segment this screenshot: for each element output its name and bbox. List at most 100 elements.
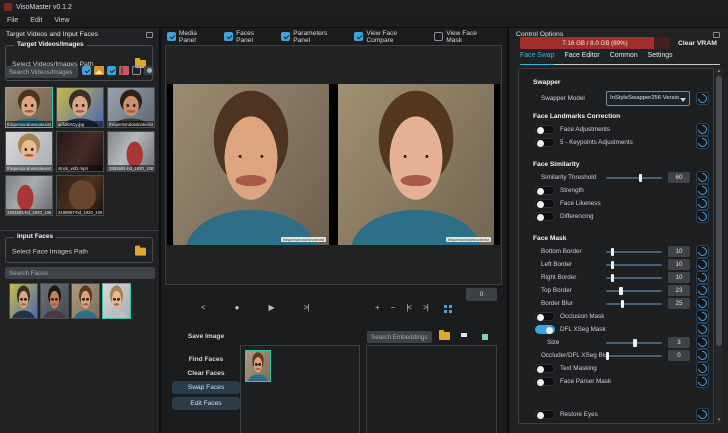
input-face-thumbnail[interactable]: [102, 283, 131, 319]
occlusion-mask-toggle[interactable]: [535, 312, 555, 321]
panel-toggle-faces-panel[interactable]: Faces Panel: [224, 30, 272, 44]
previous-marker-button[interactable]: |<: [406, 302, 411, 314]
scroll-down-icon[interactable]: ▾: [716, 417, 722, 424]
restore-eyes-toggle[interactable]: [535, 410, 555, 419]
next-frame-button[interactable]: >|: [304, 302, 309, 314]
border-blur-value[interactable]: 25: [668, 298, 690, 309]
search-faces-input[interactable]: [5, 267, 155, 279]
search-videos-input[interactable]: [5, 66, 78, 78]
similarity-threshold-slider[interactable]: [606, 173, 662, 182]
save-image-button[interactable]: Save Image: [172, 330, 240, 343]
add-marker-button[interactable]: +: [375, 302, 379, 314]
top-border-value[interactable]: 23: [668, 285, 690, 296]
reset-icon[interactable]: [696, 336, 709, 349]
menu-file[interactable]: File: [7, 17, 18, 24]
input-face-thumbnail[interactable]: [9, 283, 38, 319]
swapped-frame-image[interactable]: thispersondoesnotexist: [338, 84, 494, 245]
reset-icon[interactable]: [696, 258, 709, 271]
reset-icon[interactable]: [696, 245, 709, 258]
slider-handle[interactable]: [611, 248, 615, 256]
differencing-toggle[interactable]: [535, 212, 555, 221]
include-videos-checkbox[interactable]: [107, 66, 116, 75]
swap-faces-button[interactable]: Swap Faces: [172, 381, 240, 394]
controls-scrollbar[interactable]: ▴ ▾: [716, 68, 722, 424]
slider-handle[interactable]: [639, 174, 643, 182]
reset-icon[interactable]: [696, 197, 709, 210]
include-webcams-checkbox[interactable]: [132, 66, 141, 75]
reset-icon[interactable]: [696, 375, 709, 388]
fit-view-icon[interactable]: [444, 305, 447, 308]
target-thumbnail[interactable]: aofdklACy.jpg: [56, 87, 104, 128]
bottom-border-value[interactable]: 10: [668, 246, 690, 257]
reset-icon[interactable]: [696, 184, 709, 197]
reset-icon[interactable]: [696, 284, 709, 297]
play-button[interactable]: ▶: [269, 302, 274, 314]
reset-icon[interactable]: [696, 271, 709, 284]
clear-vram-button[interactable]: Clear VRAM: [678, 40, 717, 47]
target-thumbnail[interactable]: 3201691-hd_1920_108: [5, 175, 53, 216]
slider-handle[interactable]: [611, 274, 615, 282]
bottom-border-slider[interactable]: [606, 247, 662, 256]
reset-icon[interactable]: [696, 323, 709, 336]
edit-faces-button[interactable]: Edit Faces: [172, 397, 240, 410]
target-thumbnail[interactable]: 3351691-hd_1920_108: [107, 131, 155, 172]
similarity-threshold-value[interactable]: 60: [668, 172, 690, 183]
panel-toggle-media-panel[interactable]: Media Panel: [167, 30, 215, 44]
dfl-xseg-mask-toggle[interactable]: [535, 325, 555, 334]
scroll-up-icon[interactable]: ▴: [716, 68, 722, 75]
top-border-slider[interactable]: [606, 286, 662, 295]
next-marker-button[interactable]: >|: [423, 302, 428, 314]
slider-handle[interactable]: [611, 261, 615, 269]
panel-toggle-parameters-panel[interactable]: Parameters Panel: [281, 30, 345, 44]
occluder-dfl-xseg-blur-value[interactable]: 0: [668, 350, 690, 361]
original-frame-image[interactable]: thispersondoesnotexist: [173, 84, 329, 245]
slider-handle[interactable]: [606, 352, 610, 360]
reset-icon[interactable]: [696, 171, 709, 184]
slider-handle[interactable]: [621, 300, 625, 308]
find-faces-button[interactable]: Find Faces: [172, 353, 240, 366]
right-border-slider[interactable]: [606, 273, 662, 282]
previous-frame-button[interactable]: <: [201, 302, 205, 314]
menu-view[interactable]: View: [54, 17, 69, 24]
reset-icon[interactable]: [696, 297, 709, 310]
tab-face-editor[interactable]: Face Editor: [564, 52, 599, 64]
reset-icon[interactable]: [696, 408, 709, 421]
slider-handle[interactable]: [619, 287, 623, 295]
tab-common[interactable]: Common: [610, 52, 638, 64]
reset-icon[interactable]: [696, 123, 709, 136]
right-border-value[interactable]: 10: [668, 272, 690, 283]
size-slider[interactable]: [606, 338, 662, 347]
reset-icon[interactable]: [696, 210, 709, 223]
input-face-thumbnail[interactable]: [71, 283, 100, 319]
reset-icon[interactable]: [696, 136, 709, 149]
scrollbar-thumb[interactable]: [716, 76, 722, 346]
target-thumbnail[interactable]: thispersondoesnotexist: [5, 131, 53, 172]
input-face-thumbnail[interactable]: [40, 283, 69, 319]
swapper-model-dropdown[interactable]: InStyleSwapper256 Version C: [606, 91, 690, 106]
folder-icon[interactable]: [135, 248, 146, 256]
open-embeddings-folder-icon[interactable]: [439, 332, 450, 340]
target-thumbnail[interactable]: stock_vid1.mp4: [56, 131, 104, 172]
left-border-slider[interactable]: [606, 260, 662, 269]
menu-edit[interactable]: Edit: [30, 17, 42, 24]
5-keypoints-adjustments-toggle[interactable]: [535, 138, 555, 147]
reset-icon[interactable]: [696, 310, 709, 323]
view-toggle-view-face-compare[interactable]: View Face Compare: [354, 30, 425, 44]
target-thumbnail[interactable]: thispersondoesnotexist: [5, 87, 53, 128]
text-masking-toggle[interactable]: [535, 364, 555, 373]
face-likeness-toggle[interactable]: [535, 199, 555, 208]
target-thumbnail[interactable]: 3188957-hd_1920_108: [56, 175, 104, 216]
target-thumbnail[interactable]: thispersondoesnotexist: [107, 87, 155, 128]
reset-icon[interactable]: [696, 362, 709, 375]
reset-icon[interactable]: [696, 349, 709, 362]
left-border-value[interactable]: 10: [668, 259, 690, 270]
slider-handle[interactable]: [633, 339, 637, 347]
occluder-dfl-xseg-blur-slider[interactable]: [606, 351, 662, 360]
include-images-checkbox[interactable]: [82, 66, 91, 75]
tab-settings[interactable]: Settings: [648, 52, 673, 64]
record-button[interactable]: ●: [235, 302, 239, 314]
clear-faces-button[interactable]: Clear Faces: [172, 367, 240, 380]
size-value[interactable]: 3: [668, 337, 690, 348]
tab-face-swap[interactable]: Face Swap: [520, 52, 554, 65]
remove-marker-button[interactable]: −: [391, 302, 395, 314]
